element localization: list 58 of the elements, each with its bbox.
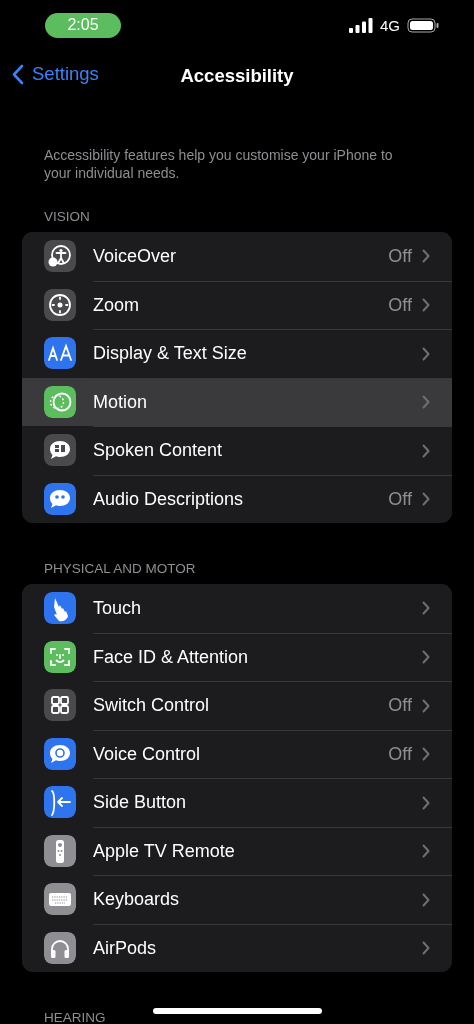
row-label: Display & Text Size xyxy=(93,343,248,365)
signal-icon xyxy=(349,17,373,33)
chevron-icon xyxy=(422,892,430,907)
row-label: AirPods xyxy=(93,937,158,959)
settings-row[interactable]: AirPods xyxy=(22,923,452,972)
chevron-icon xyxy=(422,249,430,264)
chevron-icon xyxy=(422,346,430,361)
row-value: Off xyxy=(388,695,412,717)
face-frame-icon xyxy=(44,640,76,673)
keyboard-icon xyxy=(44,883,76,916)
chevron-icon xyxy=(422,443,430,458)
chevron-icon xyxy=(422,298,430,313)
section-header: HEARING xyxy=(44,1010,106,1024)
row-label: Switch Control xyxy=(93,695,211,717)
section-header: VISION xyxy=(44,209,90,224)
row-label: Spoken Content xyxy=(93,440,224,462)
settings-row[interactable]: Audio Descriptions Off xyxy=(22,474,452,523)
remote-icon xyxy=(44,834,76,867)
row-label: Side Button xyxy=(93,792,188,814)
chevron-icon xyxy=(422,941,430,956)
chevron-icon xyxy=(422,650,430,665)
chevron-icon xyxy=(422,747,430,762)
back-chevron-icon xyxy=(12,63,24,85)
grid-squares-icon xyxy=(44,689,76,722)
chevron-icon xyxy=(422,492,430,507)
row-value: Off xyxy=(388,488,412,510)
speech-bubble-icon xyxy=(44,737,76,770)
headphones-icon xyxy=(44,931,76,964)
network-label: 4G xyxy=(380,16,400,34)
chevron-icon xyxy=(422,795,430,810)
time: 2:05 xyxy=(45,12,121,38)
battery-icon xyxy=(407,17,439,33)
row-label: Keyboards xyxy=(93,889,181,911)
chevron-icon xyxy=(422,395,430,410)
chevron-icon xyxy=(422,698,430,713)
text-size-icon xyxy=(44,337,76,370)
row-label: Apple TV Remote xyxy=(93,840,236,862)
row-value: Off xyxy=(388,294,412,316)
row-value: Off xyxy=(388,743,412,765)
row-label: VoiceOver xyxy=(93,245,178,267)
speech-bubble-icon xyxy=(44,434,76,467)
page-title: Accessibility xyxy=(180,64,294,88)
settings-row[interactable]: Motion xyxy=(22,377,452,426)
zoom-dial-icon xyxy=(44,288,76,321)
chevron-icon xyxy=(422,601,430,616)
back-button[interactable]: Settings xyxy=(12,63,99,85)
home-indicator[interactable] xyxy=(153,1008,322,1014)
row-label: Face ID & Attention xyxy=(93,646,250,668)
row-label: Audio Descriptions xyxy=(93,488,245,510)
row-value: Off xyxy=(388,245,412,267)
quote-bubble-icon xyxy=(44,482,76,515)
row-label: Touch xyxy=(93,597,143,619)
description-text: Accessibility features help you customise your iPhone to your individual needs. xyxy=(44,146,394,182)
row-label: Voice Control xyxy=(93,743,202,765)
row-label: Motion xyxy=(93,391,149,413)
row-label: Zoom xyxy=(93,294,140,316)
section-header: PHYSICAL AND MOTOR xyxy=(44,561,196,576)
chevron-icon xyxy=(422,844,430,859)
